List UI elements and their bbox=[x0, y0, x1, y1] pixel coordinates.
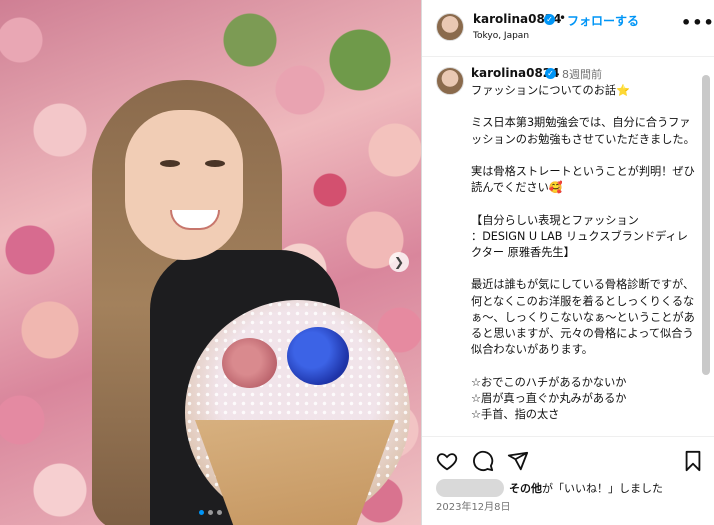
verified-badge-icon: ✓ bbox=[544, 14, 555, 25]
likes-avatars[interactable] bbox=[436, 479, 504, 497]
pink-rose bbox=[222, 338, 277, 388]
carousel-indicator bbox=[0, 510, 421, 515]
location-link[interactable]: Tokyo, Japan bbox=[473, 31, 529, 41]
post-image[interactable]: ❯ bbox=[0, 0, 421, 525]
avatar[interactable] bbox=[436, 67, 464, 95]
scrollbar[interactable] bbox=[702, 75, 710, 375]
avatar[interactable] bbox=[436, 13, 464, 41]
likes-text: が「いいね！」しました bbox=[542, 482, 663, 495]
carousel-dot bbox=[217, 510, 222, 515]
chevron-right-icon[interactable]: ❯ bbox=[389, 252, 409, 272]
face bbox=[125, 110, 243, 260]
likes-summary[interactable]: その他が「いいね！」しました bbox=[509, 480, 663, 496]
verified-badge-icon: ✓ bbox=[545, 68, 556, 79]
post-caption: ファッションについてのお話⭐ ミス日本第3期勉強会では、自分に合うファッションの… bbox=[471, 84, 695, 422]
carousel-dot bbox=[208, 510, 213, 515]
left-eye bbox=[160, 160, 180, 167]
post-sidebar: karolina0824 ✓ • フォローする Tokyo, Japan •••… bbox=[421, 0, 714, 525]
post-header: karolina0824 ✓ • フォローする Tokyo, Japan ••• bbox=[422, 0, 714, 57]
follow-button[interactable]: フォローする bbox=[567, 12, 639, 29]
post-actions: その他が「いいね！」しました 2023年12月8日 bbox=[422, 436, 714, 525]
carousel-dot bbox=[199, 510, 204, 515]
bookmark-icon[interactable] bbox=[681, 449, 705, 473]
post-time: 8週間前 bbox=[562, 68, 602, 81]
blue-rose bbox=[287, 327, 349, 385]
comment-icon[interactable] bbox=[471, 449, 495, 473]
caption-panel[interactable]: karolina0824 ✓ 8週間前 ファッションについてのお話⭐ ミス日本第… bbox=[422, 57, 714, 435]
heart-icon[interactable] bbox=[435, 449, 459, 473]
more-horizontal-icon[interactable]: ••• bbox=[681, 13, 714, 32]
share-icon[interactable] bbox=[506, 449, 530, 473]
right-eye bbox=[205, 160, 225, 167]
separator: • bbox=[559, 11, 567, 25]
likes-others-link[interactable]: その他 bbox=[509, 482, 542, 495]
post-date: 2023年12月8日 bbox=[436, 502, 511, 513]
